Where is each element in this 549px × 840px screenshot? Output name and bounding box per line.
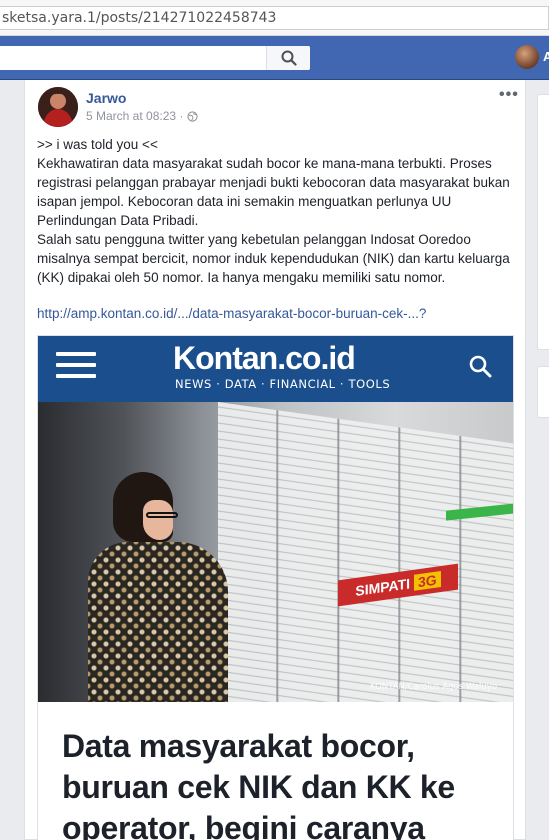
globe-icon	[187, 110, 199, 122]
photo-caption: KONTAN/Carolus Agus Waluyo	[370, 682, 498, 692]
post-paragraph: >> i was told you <<	[37, 137, 158, 152]
right-sidebar-card	[537, 94, 549, 350]
post-link[interactable]: http://amp.kontan.co.id/.../data-masyara…	[37, 306, 426, 321]
author-name[interactable]: Jarwo	[86, 90, 126, 106]
kontan-tagline: NEWS · DATA · FINANCIAL · TOOLS	[175, 377, 391, 391]
simpati-label: SIMPATI	[355, 575, 411, 599]
search-input[interactable]	[0, 46, 310, 70]
right-sidebar-card	[537, 366, 549, 418]
profile-name[interactable]: A	[543, 49, 549, 64]
number-board	[218, 402, 513, 702]
post-body: >> i was told you << Kekhawatiran data m…	[37, 135, 521, 287]
facebook-top-bar: A	[0, 36, 549, 80]
post-paragraph: Salah satu pengguna twitter yang kebetul…	[37, 232, 510, 285]
left-rail	[0, 80, 24, 840]
avatar-image	[38, 87, 78, 127]
article-photo: SIMPATI 3G KONTAN/Carolus Agus Waluyo	[38, 402, 513, 702]
menu-icon	[56, 352, 96, 378]
post-timestamp[interactable]: 5 March at 08:23 ·	[86, 109, 183, 123]
3g-badge: 3G	[413, 571, 441, 591]
search-icon	[281, 50, 297, 66]
search-button[interactable]	[266, 46, 310, 70]
address-bar[interactable]: sketsa.yara.1/posts/214271022458743	[0, 6, 549, 30]
kontan-header: Kontan.co.id NEWS · DATA · FINANCIAL · T…	[38, 336, 513, 402]
link-preview-card[interactable]: Kontan.co.id NEWS · DATA · FINANCIAL · T…	[37, 335, 514, 840]
browser-toolbar: sketsa.yara.1/posts/214271022458743	[0, 0, 549, 36]
search-icon	[469, 355, 492, 378]
post-options-button[interactable]: •••	[499, 86, 519, 104]
profile-avatar[interactable]	[515, 45, 539, 69]
post-paragraph: Kekhawatiran data masyarakat sudah bocor…	[37, 156, 510, 228]
author-avatar[interactable]	[38, 87, 78, 127]
post-card: Jarwo 5 March at 08:23 · ••• >> i was to…	[24, 80, 526, 840]
woman-figure	[88, 472, 228, 702]
article-headline[interactable]: Data masyarakat bocor, buruan cek NIK da…	[62, 726, 502, 840]
kontan-logo: Kontan.co.id	[173, 340, 356, 376]
post-meta: 5 March at 08:23 ·	[86, 109, 199, 123]
